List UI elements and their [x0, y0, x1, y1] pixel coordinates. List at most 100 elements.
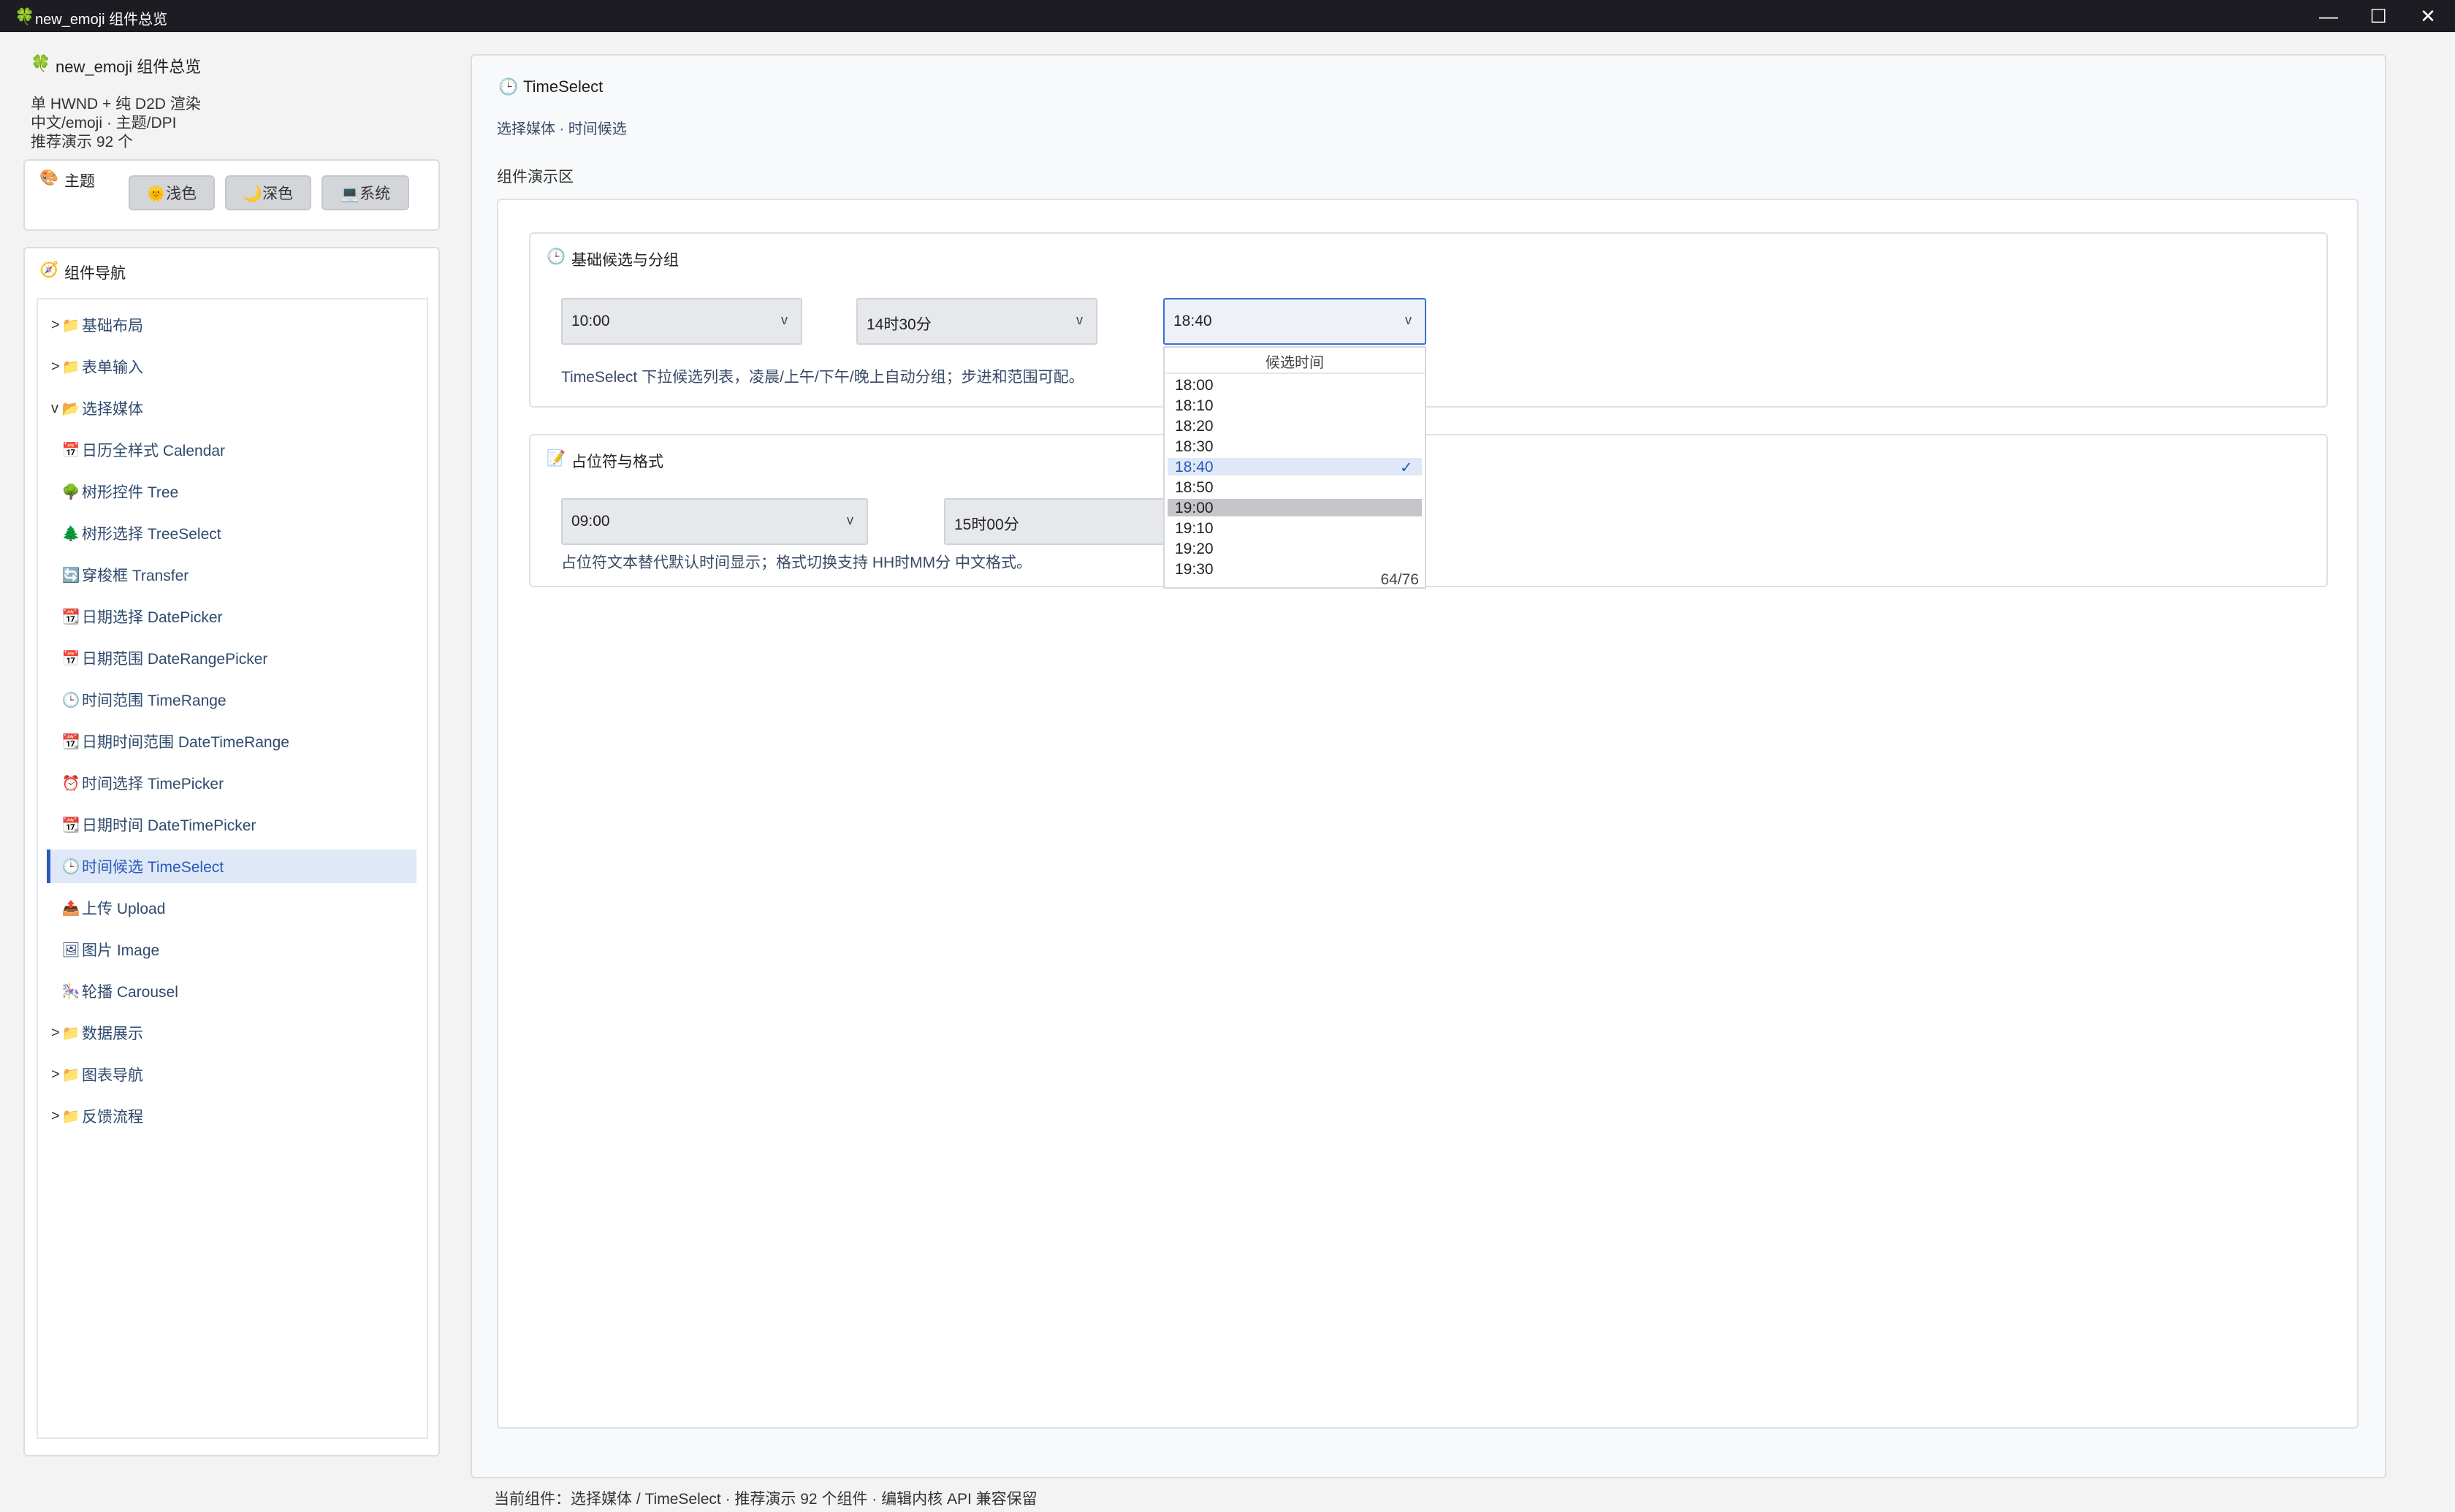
- sidebar-item[interactable]: 🖼 图片 Image: [47, 933, 416, 966]
- component-icon: 🌳: [61, 484, 80, 500]
- sidebar-item[interactable]: 📅 日历全样式 Calendar: [47, 433, 416, 467]
- folder-icon: 📁: [61, 1066, 80, 1083]
- chevron-right-icon[interactable]: >: [51, 1066, 61, 1083]
- checkmark-icon: ✓: [1400, 459, 1413, 476]
- chevron-down-icon: v: [781, 313, 788, 327]
- sidebar-item-label: 图表导航: [82, 1067, 143, 1084]
- sidebar-item-label: 穿梭框 Transfer: [82, 568, 189, 584]
- sidebar-item-label: 选择媒体: [82, 401, 143, 418]
- time-select-2[interactable]: 14时30分 v: [856, 298, 1097, 345]
- section-format-title: 占位符与格式: [571, 454, 663, 470]
- component-icon: 🖼: [61, 942, 80, 958]
- dropdown-option[interactable]: 18:40: [1175, 459, 1214, 476]
- dropdown-option[interactable]: 19:20: [1175, 541, 1214, 558]
- section-basic-title: 基础候选与分组: [571, 252, 679, 269]
- sidebar-item-label: 日期时间 DateTimePicker: [82, 817, 256, 834]
- dropdown-option[interactable]: 19:30: [1175, 561, 1214, 579]
- sidebar-item-label: 日期选择 DatePicker: [82, 609, 223, 626]
- chevron-down-icon[interactable]: v: [51, 400, 61, 417]
- time-select-value: 14时30分: [867, 316, 932, 333]
- window-title: new_emoji 组件总览: [35, 12, 168, 28]
- dropdown-option[interactable]: 19:00: [1175, 500, 1214, 517]
- component-icon: 📆: [61, 608, 80, 625]
- sidebar-item[interactable]: 📆 日期时间 DateTimePicker: [47, 808, 416, 841]
- time-select-value: 18:40: [1173, 313, 1212, 329]
- divider: [1165, 373, 1425, 374]
- folder-icon: 📁: [61, 359, 80, 375]
- sidebar-item[interactable]: 🕒 时间候选 TimeSelect: [47, 849, 416, 883]
- component-icon: 🎠: [61, 983, 80, 1000]
- chevron-down-icon: v: [1405, 313, 1412, 327]
- dropdown-option[interactable]: 19:10: [1175, 520, 1214, 538]
- minimize-button[interactable]: —: [2304, 0, 2353, 32]
- app-clover-icon: 🍀: [31, 54, 51, 72]
- dropdown-header: 候选时间: [1265, 355, 1324, 371]
- chevron-right-icon[interactable]: >: [51, 1025, 61, 1042]
- time-select-chinese-format[interactable]: 15时00分: [944, 498, 1171, 545]
- dropdown-counter: 64/76: [1380, 571, 1419, 588]
- sidebar-item[interactable]: > 📁 图表导航: [51, 1058, 416, 1091]
- component-icon: 📤: [61, 900, 80, 917]
- sidebar-item[interactable]: 🕒 时间范围 TimeRange: [47, 683, 416, 717]
- sidebar-item-label: 时间范围 TimeRange: [82, 692, 227, 709]
- sidebar-item[interactable]: 🌳 树形控件 Tree: [47, 475, 416, 508]
- sidebar-item-label: 上传 Upload: [82, 901, 166, 917]
- folder-icon: 📁: [61, 1108, 80, 1125]
- theme-dark-button[interactable]: 🌙深色: [225, 175, 311, 210]
- sidebar-item[interactable]: > 📁 表单输入: [51, 350, 416, 383]
- chevron-down-icon: v: [847, 513, 853, 527]
- chevron-right-icon[interactable]: >: [51, 1108, 61, 1125]
- dropdown-option[interactable]: 18:20: [1175, 418, 1214, 435]
- sidebar-item[interactable]: > 📁 数据展示: [51, 1016, 416, 1050]
- time-select-value: 09:00: [571, 513, 610, 530]
- component-icon: 📅: [61, 442, 80, 459]
- sidebar-item-label: 反馈流程: [82, 1109, 143, 1126]
- close-button[interactable]: ✕: [2404, 0, 2452, 32]
- dropdown-option[interactable]: 18:30: [1175, 438, 1214, 456]
- sidebar-item-label: 时间选择 TimePicker: [82, 776, 224, 793]
- time-dropdown[interactable]: 候选时间 18:00 18:10 18:20 18:30 18:40 ✓ 18:50 19:0…: [1163, 346, 1426, 589]
- sidebar-item[interactable]: 📤 上传 Upload: [47, 891, 416, 925]
- demo-area-label: 组件演示区: [497, 169, 574, 186]
- sidebar-item-label: 表单输入: [82, 359, 143, 376]
- minimize-icon: —: [2319, 4, 2338, 27]
- sidebar-item[interactable]: > 📁 基础布局: [51, 308, 416, 342]
- sidebar-item[interactable]: 🎠 轮播 Carousel: [47, 974, 416, 1008]
- dropdown-option[interactable]: 18:50: [1175, 479, 1214, 497]
- sidebar-item-label: 树形选择 TreeSelect: [82, 526, 221, 543]
- time-select-placeholder[interactable]: 09:00 v: [561, 498, 868, 545]
- chevron-right-icon[interactable]: >: [51, 317, 61, 334]
- component-icon: 📆: [61, 817, 80, 833]
- chevron-right-icon[interactable]: >: [51, 359, 61, 375]
- page-title: TimeSelect: [523, 77, 604, 96]
- time-select-3[interactable]: 18:40 v: [1163, 298, 1426, 345]
- sidebar-item[interactable]: ⏰ 时间选择 TimePicker: [47, 766, 416, 800]
- sidebar-item[interactable]: 📅 日期范围 DateRangePicker: [47, 641, 416, 675]
- folder-icon: 📁: [61, 1025, 80, 1042]
- dropdown-option[interactable]: 18:10: [1175, 397, 1214, 415]
- sidebar-item[interactable]: 🔄 穿梭框 Transfer: [47, 558, 416, 592]
- palette-icon: 🎨: [39, 169, 59, 186]
- maximize-icon: ☐: [2370, 4, 2387, 27]
- close-icon: ✕: [2420, 4, 2436, 27]
- theme-system-button[interactable]: 💻系统: [321, 175, 409, 210]
- time-select-1[interactable]: 10:00 v: [561, 298, 802, 345]
- sidebar-item[interactable]: 🌲 树形选择 TreeSelect: [47, 516, 416, 550]
- component-icon: 📅: [61, 650, 80, 667]
- maximize-button[interactable]: ☐: [2354, 0, 2402, 32]
- status-bar: 当前组件：选择媒体 / TimeSelect · 推荐演示 92 个组件 · 编…: [494, 1491, 1038, 1508]
- sidebar-item-label: 日期时间范围 DateTimeRange: [82, 734, 289, 751]
- sidebar-item[interactable]: 📆 日期时间范围 DateTimeRange: [47, 725, 416, 758]
- component-icon: ⏰: [61, 775, 80, 792]
- dropdown-option[interactable]: 18:00: [1175, 377, 1214, 394]
- nav-title: 组件导航: [64, 265, 126, 282]
- component-icon: 🕒: [61, 692, 80, 709]
- app-clover-icon: 🍀: [15, 7, 35, 26]
- app-title: new_emoji 组件总览: [56, 58, 202, 76]
- sidebar-item[interactable]: 📆 日期选择 DatePicker: [47, 600, 416, 633]
- sidebar-item-label: 时间候选 TimeSelect: [82, 859, 224, 876]
- theme-light-button[interactable]: 🌞浅色: [129, 175, 215, 210]
- sidebar-item[interactable]: v 📂 选择媒体: [51, 392, 416, 425]
- clock-icon: 🕒: [547, 248, 566, 265]
- sidebar-item[interactable]: > 📁 反馈流程: [51, 1099, 416, 1133]
